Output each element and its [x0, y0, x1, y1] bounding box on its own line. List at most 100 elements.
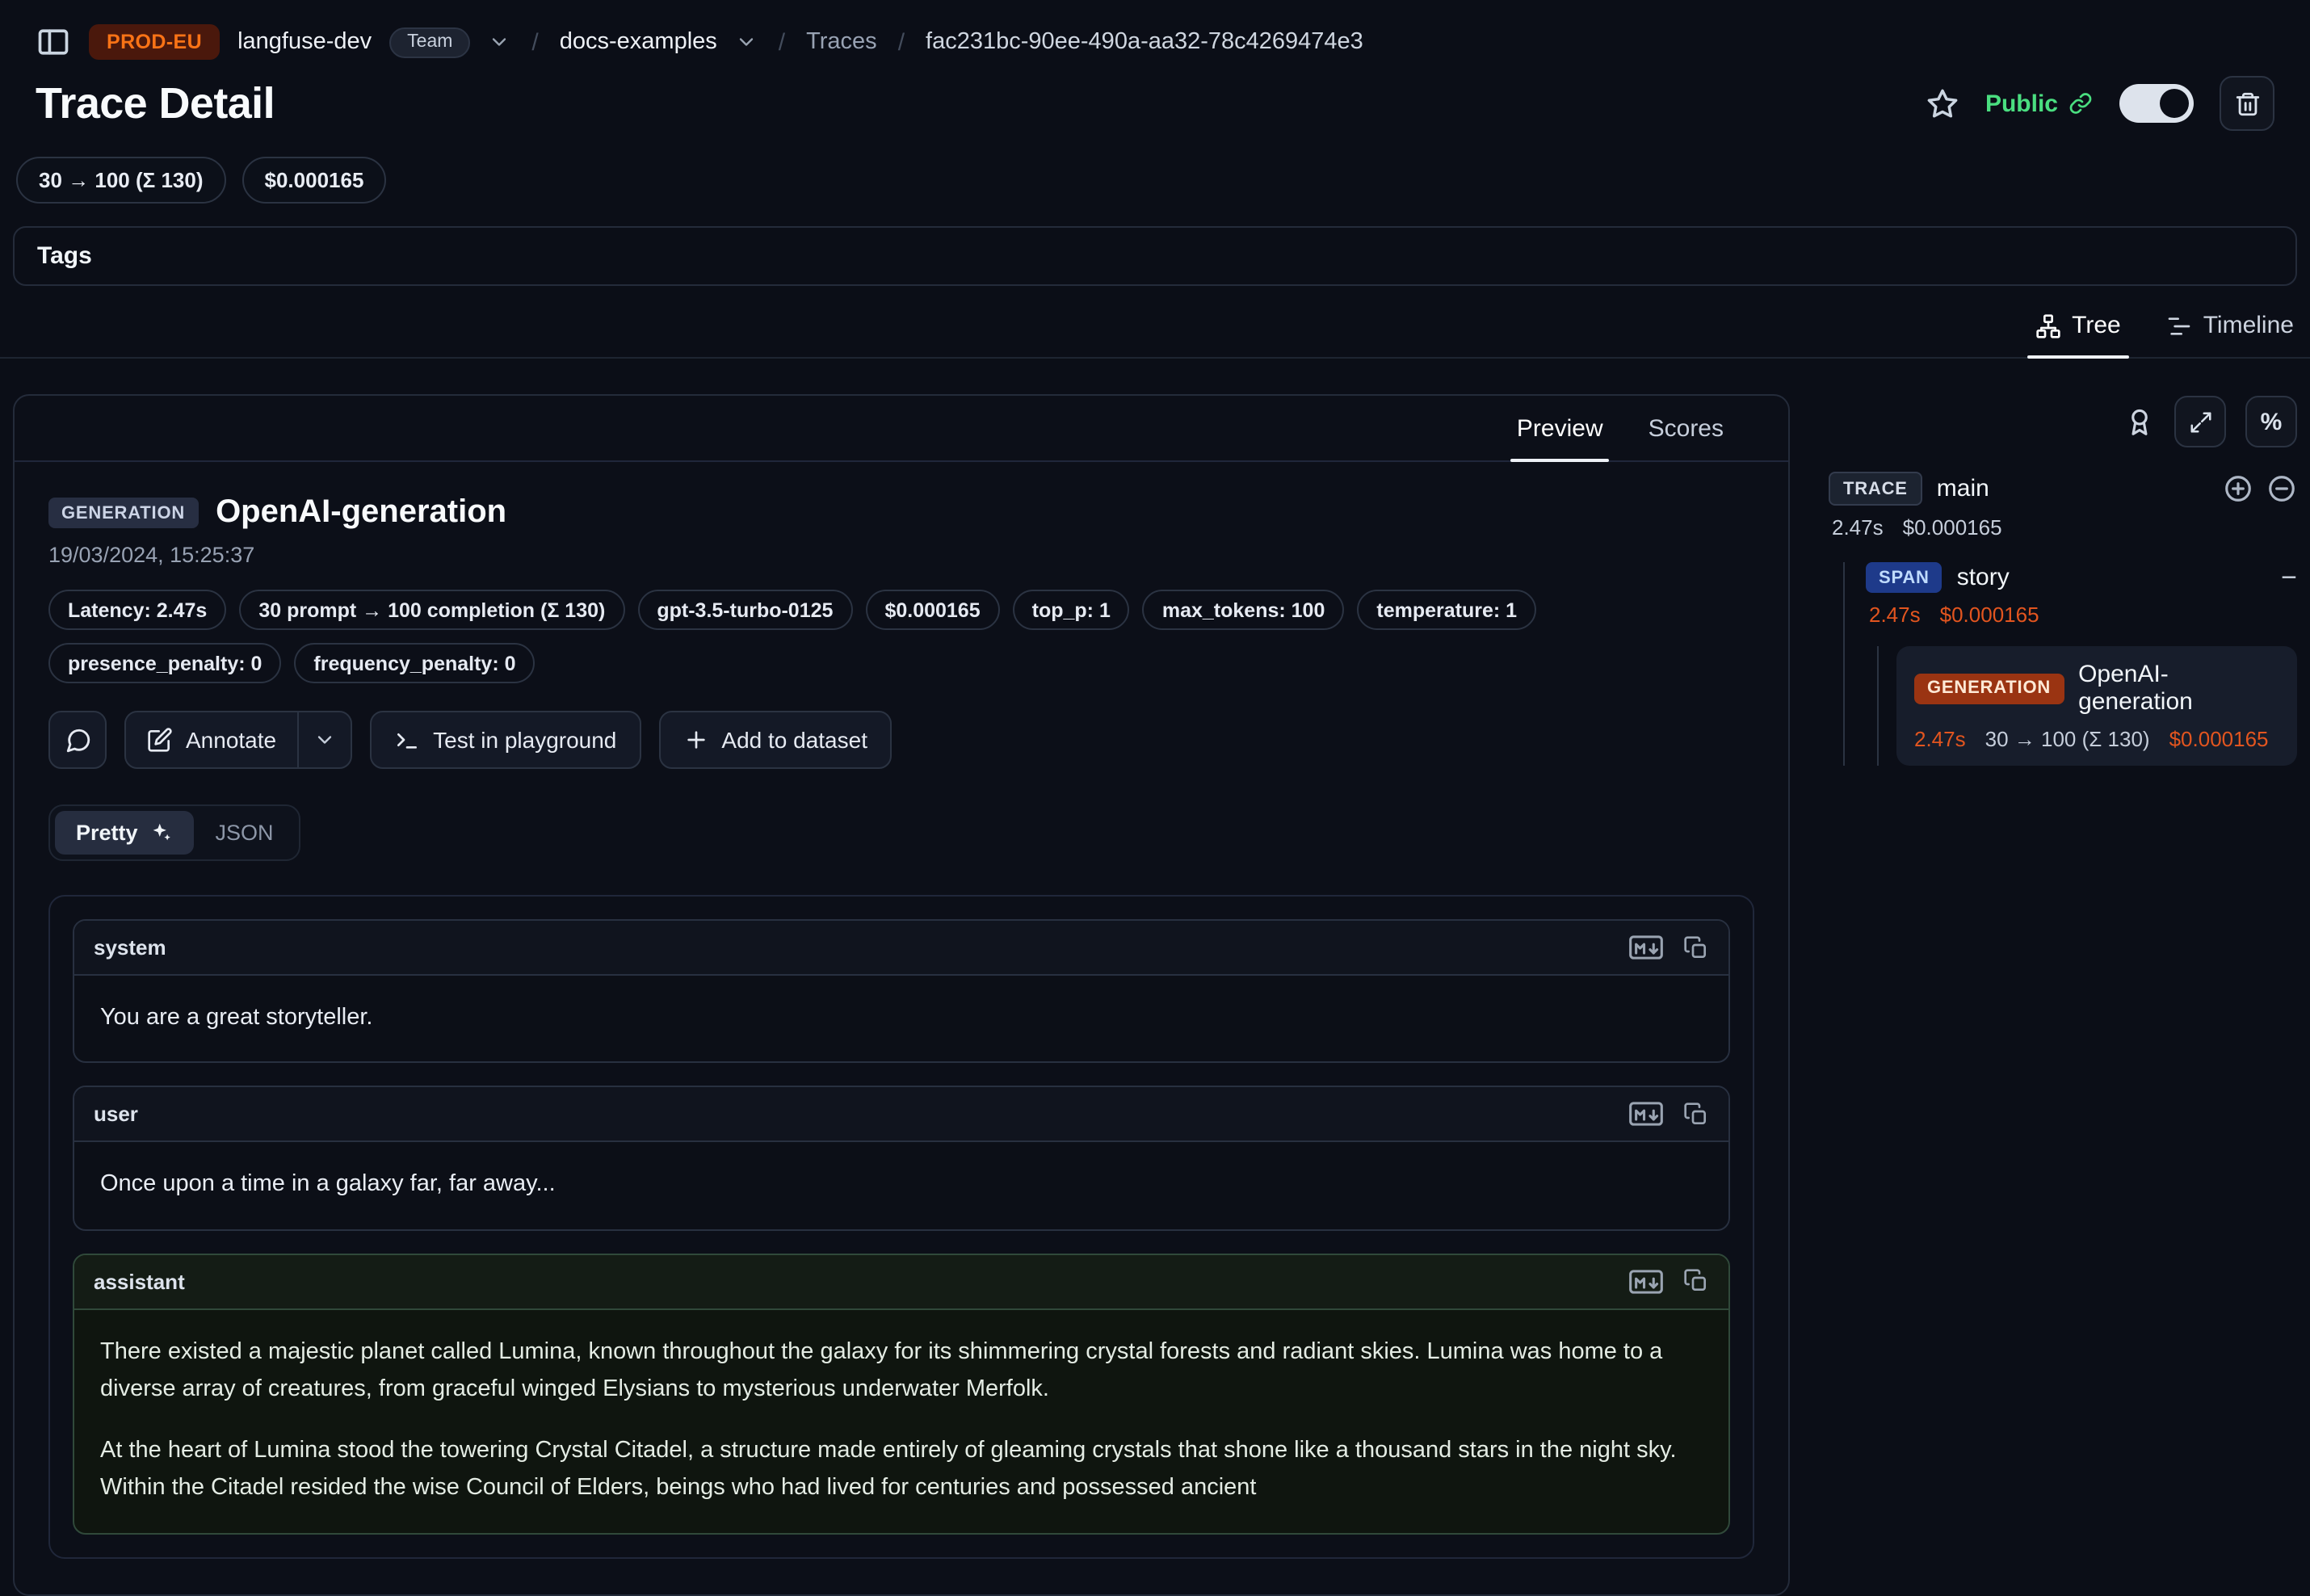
- generation-cost: $0.000165: [2169, 727, 2269, 751]
- breadcrumb-org[interactable]: langfuse-dev: [237, 29, 372, 55]
- observation-title: OpenAI-generation: [216, 494, 506, 531]
- breadcrumb-separator: /: [528, 28, 541, 56]
- tags-section[interactable]: Tags: [13, 226, 2297, 286]
- format-toggle: Pretty JSON: [48, 804, 301, 861]
- markdown-toggle-button[interactable]: [1628, 1268, 1664, 1296]
- generation-name: OpenAI-generation: [2078, 661, 2279, 716]
- copy-button[interactable]: [1683, 1102, 1709, 1128]
- span-cost: $0.000165: [1940, 603, 2039, 627]
- markdown-toggle-button[interactable]: [1628, 934, 1664, 961]
- plus-circle-icon: [2223, 473, 2253, 504]
- annotate-dropdown-button[interactable]: [297, 712, 351, 767]
- trace-metrics: 2.47s $0.000165: [1832, 515, 2297, 540]
- project-switcher-button[interactable]: [735, 31, 758, 53]
- org-switcher-button[interactable]: [488, 31, 510, 53]
- copy-icon: [1683, 1102, 1709, 1128]
- annotate-button[interactable]: Annotate: [126, 712, 297, 767]
- message-paragraph: At the heart of Lumina stood the towerin…: [100, 1433, 1703, 1509]
- latency-pill: Latency: 2.47s: [48, 590, 226, 630]
- trace-tree-panel: % TRACE main 2.47s $0.000165: [1829, 394, 2297, 766]
- format-pretty-label: Pretty: [76, 821, 138, 845]
- token-breakdown-pill: 30 prompt → 100 completion (Σ 130): [239, 590, 624, 630]
- trace-detail-page: PROD-EU langfuse-dev Team / docs-example…: [0, 0, 2310, 1523]
- tab-tree[interactable]: Tree: [2035, 312, 2121, 357]
- presence-penalty-pill: presence_penalty: 0: [48, 643, 281, 683]
- generation-metrics: 2.47s 30 → 100 (Σ 130) $0.000165: [1914, 727, 2279, 751]
- environment-badge: PROD-EU: [89, 24, 220, 60]
- annotation-queue-button[interactable]: [2124, 406, 2155, 437]
- tab-scores[interactable]: Scores: [1648, 415, 1724, 460]
- tab-timeline[interactable]: Timeline: [2166, 312, 2294, 357]
- zoom-out-button[interactable]: [2266, 473, 2297, 504]
- delete-trace-button[interactable]: [2220, 76, 2274, 131]
- add-to-dataset-label: Add to dataset: [721, 727, 867, 753]
- observation-detail-card: Preview Scores GENERATION OpenAI-generat…: [13, 394, 1790, 1596]
- zoom-in-button[interactable]: [2223, 473, 2253, 504]
- minus-icon: −: [2281, 564, 2297, 591]
- comment-button[interactable]: [48, 711, 107, 769]
- message-tools: [1628, 934, 1709, 961]
- timeline-icon: [2166, 313, 2192, 338]
- trace-cost: $0.000165: [1903, 515, 2002, 540]
- tree-node-trace[interactable]: TRACE main: [1829, 472, 2297, 506]
- message-tools: [1628, 1268, 1709, 1296]
- plus-icon: [682, 727, 708, 753]
- copy-button[interactable]: [1683, 1269, 1709, 1295]
- edit-icon: [147, 727, 173, 753]
- format-json-button[interactable]: JSON: [195, 811, 295, 855]
- markdown-toggle-button[interactable]: [1628, 1101, 1664, 1128]
- copy-button[interactable]: [1683, 934, 1709, 960]
- span-name: story: [1957, 564, 2010, 591]
- chevron-down-icon: [735, 31, 758, 53]
- sidebar-toggle-button[interactable]: [36, 24, 71, 60]
- title-row: Trace Detail Public: [0, 69, 2310, 157]
- frequency-penalty-pill: frequency_penalty: 0: [294, 643, 535, 683]
- message-paragraph: Once upon a time in a galaxy far, far aw…: [100, 1167, 1703, 1205]
- show-percentages-button[interactable]: %: [2245, 396, 2297, 447]
- top-p-pill: top_p: 1: [1013, 590, 1130, 630]
- message-role: user: [94, 1102, 138, 1127]
- test-in-playground-label: Test in playground: [433, 727, 616, 753]
- markdown-icon: [1628, 1268, 1664, 1296]
- copy-icon: [1683, 1269, 1709, 1295]
- collapse-node-button[interactable]: −: [2281, 564, 2297, 591]
- markdown-icon: [1628, 934, 1664, 961]
- bookmark-star-button[interactable]: [1926, 86, 1959, 120]
- format-pretty-button[interactable]: Pretty: [55, 811, 195, 855]
- tab-preview[interactable]: Preview: [1517, 415, 1603, 460]
- award-icon: [2124, 406, 2155, 437]
- observation-header: GENERATION OpenAI-generation: [48, 494, 1754, 531]
- observation-body: GENERATION OpenAI-generation 19/03/2024,…: [15, 462, 1788, 1594]
- message-card-assistant: assistant There existed a majestic plane…: [73, 1254, 1730, 1535]
- star-icon: [1926, 86, 1959, 120]
- annotate-split-button: Annotate: [124, 711, 352, 769]
- public-link[interactable]: Public: [1985, 90, 2094, 117]
- main-content: Preview Scores GENERATION OpenAI-generat…: [0, 359, 2310, 1596]
- message-card-system: system You are a great storyteller.: [73, 919, 1730, 1064]
- message-content: You are a great storyteller.: [74, 976, 1728, 1062]
- temperature-pill: temperature: 1: [1357, 590, 1536, 630]
- test-in-playground-button[interactable]: Test in playground: [370, 711, 640, 769]
- public-toggle[interactable]: [2119, 84, 2194, 123]
- breadcrumb-project[interactable]: docs-examples: [560, 29, 717, 55]
- tree-node-span[interactable]: SPAN story −: [1866, 562, 2297, 593]
- link-icon: [2068, 90, 2094, 116]
- model-pill[interactable]: gpt-3.5-turbo-0125: [637, 590, 852, 630]
- percent-icon: %: [2261, 408, 2283, 435]
- breadcrumb-traces-link[interactable]: Traces: [806, 29, 877, 55]
- expand-tree-button[interactable]: [2174, 396, 2226, 447]
- trace-summary-pills: 30 → 100 (Σ 130) $0.000165: [0, 157, 2310, 223]
- span-row-end: −: [2281, 564, 2297, 591]
- trace-tree: TRACE main 2.47s $0.000165 SPAN story: [1829, 472, 2297, 766]
- tree-node-generation-selected[interactable]: GENERATION OpenAI-generation 2.47s 30 → …: [1896, 646, 2297, 766]
- chevron-down-icon: [313, 729, 336, 751]
- tree-icon: [2035, 313, 2060, 338]
- generation-latency: 2.47s: [1914, 727, 1966, 751]
- message-role: assistant: [94, 1270, 185, 1294]
- panel-tabs: Preview Scores: [15, 396, 1788, 462]
- trace-badge: TRACE: [1829, 472, 1922, 506]
- message-paragraph: There existed a majestic planet called L…: [100, 1334, 1703, 1410]
- token-usage-pill: 30 → 100 (Σ 130): [16, 157, 226, 204]
- add-to-dataset-button[interactable]: Add to dataset: [658, 711, 892, 769]
- observation-type-badge: GENERATION: [48, 498, 198, 528]
